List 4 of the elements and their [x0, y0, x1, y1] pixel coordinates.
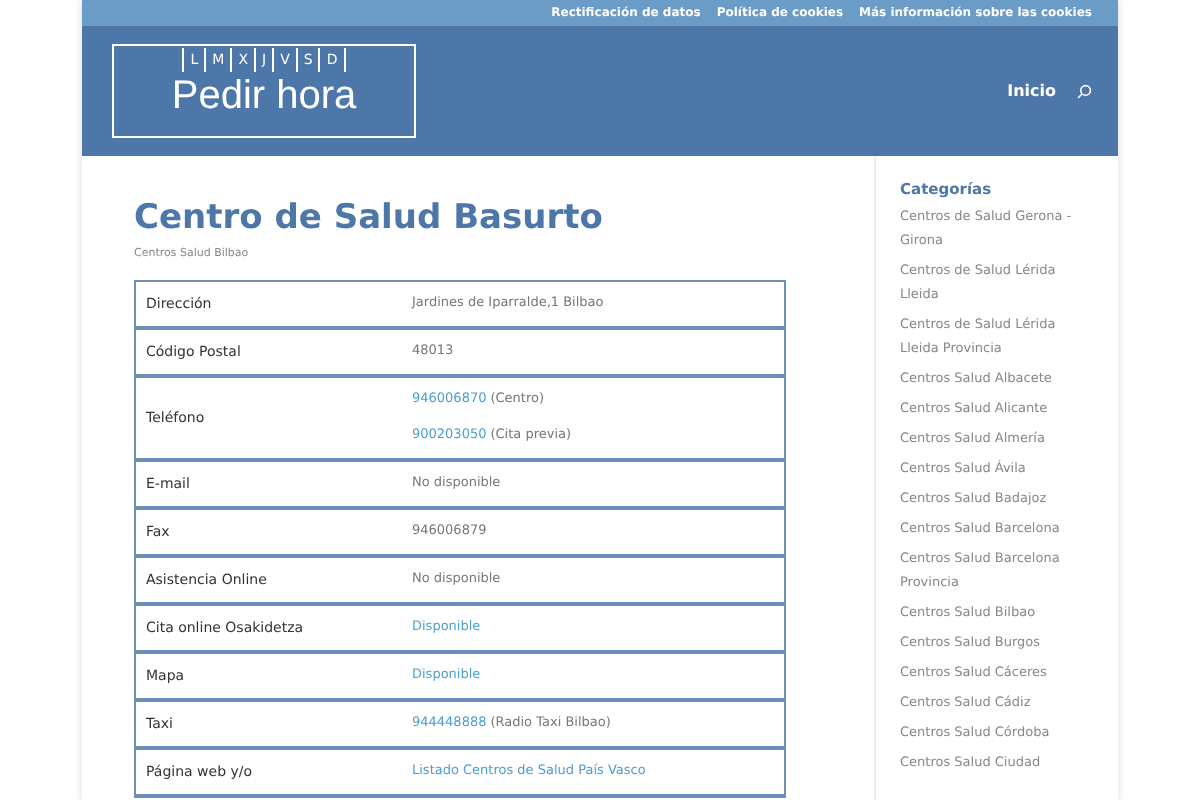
page-title: Centro de Salud Basurto: [134, 196, 605, 240]
search-icon[interactable]: [1076, 83, 1092, 99]
nav-link[interactable]: Inicio: [1007, 79, 1056, 103]
logo-title: Pedir hora: [171, 72, 357, 120]
